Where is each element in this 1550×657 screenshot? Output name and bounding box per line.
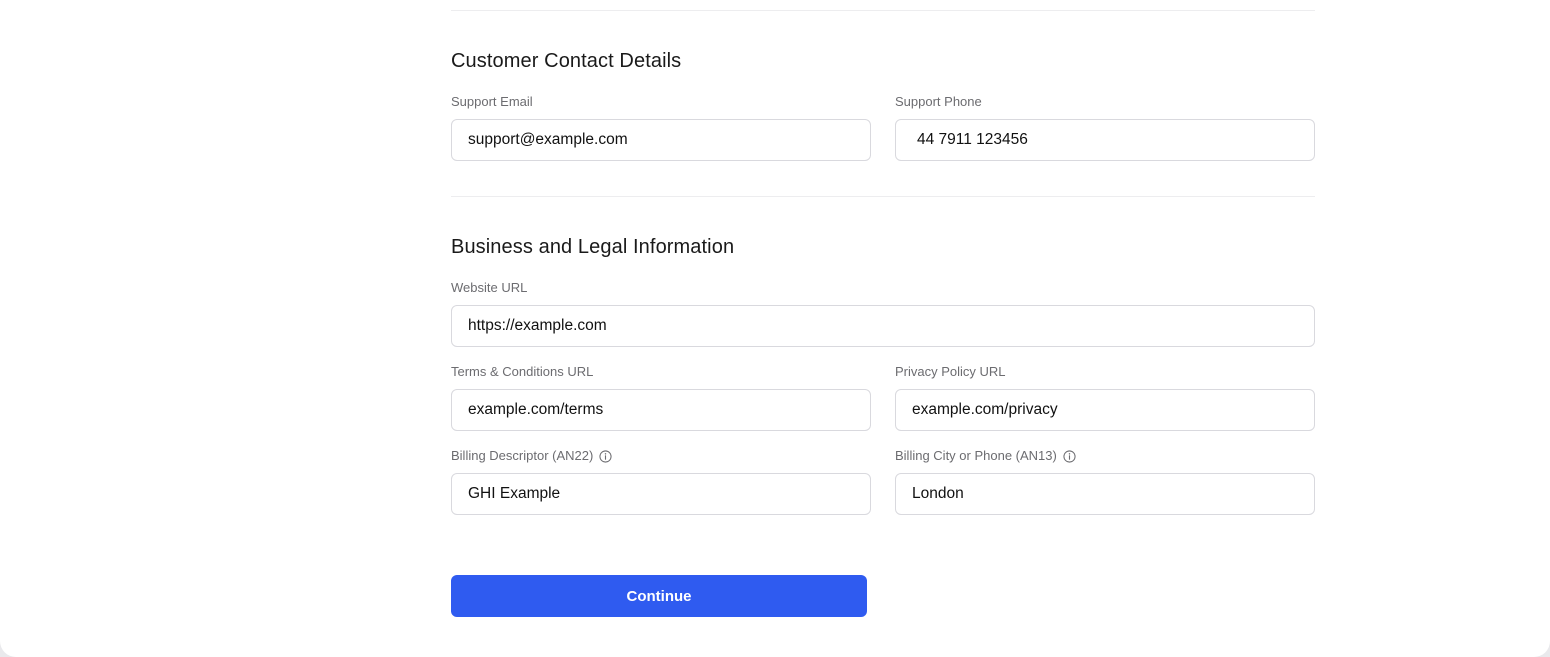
website-url-input[interactable]: https://example.com — [451, 305, 1315, 347]
support-email-field: Support Email support@example.com — [451, 94, 871, 161]
billing-city-phone-label: Billing City or Phone (AN13) — [895, 448, 1057, 463]
privacy-url-field: Privacy Policy URL example.com/privacy — [895, 364, 1315, 431]
section-divider — [451, 196, 1315, 197]
support-phone-label: Support Phone — [895, 94, 982, 109]
terms-url-input[interactable]: example.com/terms — [451, 389, 871, 431]
privacy-url-label: Privacy Policy URL — [895, 364, 1006, 379]
billing-city-phone-field: Billing City or Phone (AN13) London — [895, 448, 1315, 515]
billing-descriptor-label-row: Billing Descriptor (AN22) — [451, 448, 871, 464]
website-url-label: Website URL — [451, 280, 528, 295]
support-email-label: Support Email — [451, 94, 533, 109]
support-phone-field: Support Phone 44 7911 123456 — [895, 94, 1315, 161]
continue-button[interactable]: Continue — [451, 575, 867, 617]
website-url-field: Website URL https://example.com — [451, 280, 1315, 347]
terms-url-field: Terms & Conditions URL example.com/terms — [451, 364, 871, 431]
billing-city-phone-input[interactable]: London — [895, 473, 1315, 515]
billing-descriptor-label: Billing Descriptor (AN22) — [451, 448, 594, 463]
section-divider — [451, 10, 1315, 11]
support-phone-input[interactable]: 44 7911 123456 — [895, 119, 1315, 161]
billing-descriptor-input[interactable]: GHI Example — [451, 473, 871, 515]
contact-section-title: Customer Contact Details — [451, 50, 682, 72]
support-email-input[interactable]: support@example.com — [451, 119, 871, 161]
billing-descriptor-field: Billing Descriptor (AN22) GHI Example — [451, 448, 871, 515]
info-icon[interactable] — [1063, 449, 1076, 463]
privacy-url-input[interactable]: example.com/privacy — [895, 389, 1315, 431]
business-section-title: Business and Legal Information — [451, 236, 735, 258]
form-card: Customer Contact Details Support Email s… — [0, 0, 1550, 657]
billing-city-phone-label-row: Billing City or Phone (AN13) — [895, 448, 1315, 464]
terms-url-label: Terms & Conditions URL — [451, 364, 594, 379]
info-icon[interactable] — [599, 449, 612, 463]
